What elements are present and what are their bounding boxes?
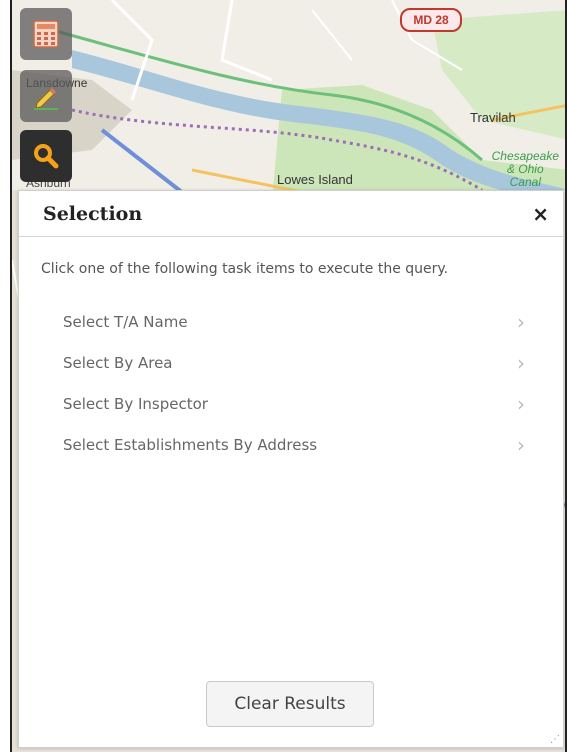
map-frame: MD 28 Lansdowne Travilah Lowes Island As… bbox=[10, 0, 567, 752]
close-icon[interactable]: × bbox=[532, 202, 549, 226]
search-icon bbox=[34, 144, 59, 169]
task-item-label: Select T/A Name bbox=[63, 312, 188, 331]
chevron-right-icon: › bbox=[517, 309, 525, 334]
edit-tool-button[interactable] bbox=[20, 70, 72, 122]
search-tool-button[interactable] bbox=[20, 130, 72, 182]
calculator-tool-button[interactable] bbox=[20, 8, 72, 60]
task-item-label: Select Establishments By Address bbox=[63, 435, 318, 454]
task-item-select-establishments-by-address[interactable]: Select Establishments By Address › bbox=[19, 424, 563, 465]
route-shield: MD 28 bbox=[400, 8, 462, 32]
chevron-right-icon: › bbox=[517, 391, 525, 416]
panel-title: Selection bbox=[43, 202, 143, 225]
resize-handle-icon[interactable]: ⋰ bbox=[550, 735, 560, 745]
edit-pencil-icon bbox=[34, 88, 58, 110]
task-item-label: Select By Area bbox=[63, 353, 173, 372]
chevron-right-icon: › bbox=[517, 432, 525, 457]
map-label-lowes-island: Lowes Island bbox=[277, 172, 353, 187]
panel-header: Selection × bbox=[19, 191, 563, 237]
task-item-label: Select By Inspector bbox=[63, 394, 208, 413]
task-item-select-by-area[interactable]: Select By Area › bbox=[19, 342, 563, 383]
panel-instructions: Click one of the following task items to… bbox=[41, 261, 449, 277]
chevron-right-icon: › bbox=[517, 350, 525, 375]
task-item-select-by-inspector[interactable]: Select By Inspector › bbox=[19, 383, 563, 424]
selection-panel: Selection × Click one of the following t… bbox=[18, 190, 564, 748]
map-label-canal: Chesapeake & Ohio Canal bbox=[492, 150, 559, 189]
clear-results-button[interactable]: Clear Results bbox=[206, 681, 374, 727]
canal-line-3: Canal bbox=[509, 175, 541, 189]
map-label-travilah: Travilah bbox=[470, 110, 516, 125]
task-list: Select T/A Name › Select By Area › Selec… bbox=[19, 301, 563, 465]
task-item-select-ta-name[interactable]: Select T/A Name › bbox=[19, 301, 563, 342]
calculator-icon bbox=[33, 20, 59, 48]
